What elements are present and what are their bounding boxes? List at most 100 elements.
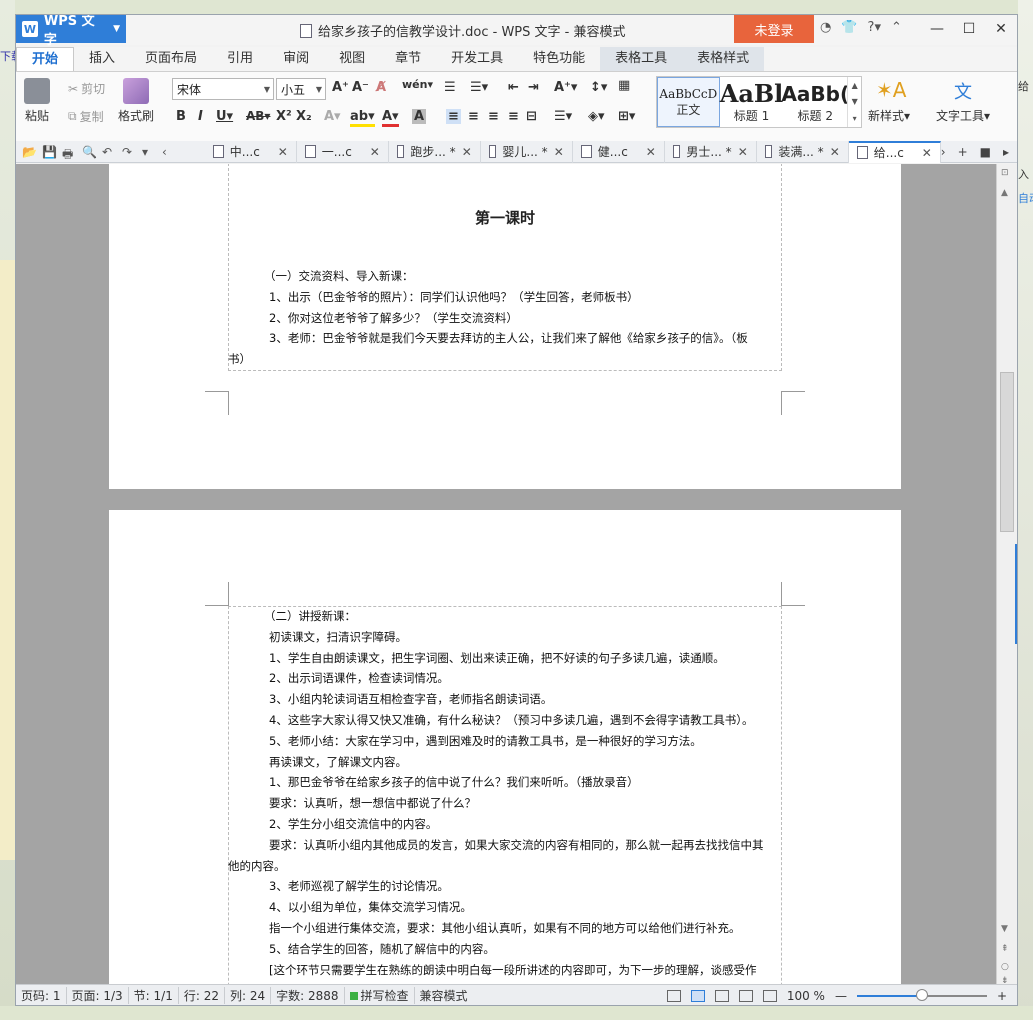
scroll-down-icon[interactable]: ▼ <box>1001 924 1008 934</box>
paste-button[interactable]: 粘贴 <box>24 78 50 124</box>
print-icon[interactable]: 🖶 <box>62 145 76 161</box>
underline-icon[interactable]: U▾ <box>216 109 233 124</box>
distribute-icon[interactable]: ⊟ <box>526 109 537 124</box>
tab-6[interactable]: 章节 <box>380 47 436 71</box>
justify-icon[interactable]: ≡ <box>508 109 519 124</box>
close-tab-icon[interactable]: ✕ <box>646 145 656 159</box>
style-item-0[interactable]: AaBbCcD 正文 <box>657 77 720 127</box>
font-color-icon[interactable]: A▾ <box>382 109 399 127</box>
undo-icon[interactable]: ↶ <box>102 145 116 159</box>
fullscreen-view-icon[interactable] <box>666 989 681 1002</box>
align-center-icon[interactable]: ≡ <box>468 109 479 124</box>
document-page-2[interactable]: （二）讲授新课： 初读课文，扫清识字障碍。 1、学生自由朗读课文，把生字词圈、划出来… <box>109 510 901 984</box>
document-page-1[interactable]: 第一课时 （一）交流资料、导入新课： 1、出示（巴金爷爷的照片）：同学们认识他吗？… <box>109 164 901 489</box>
increase-indent-icon[interactable]: ⇥ <box>528 80 539 95</box>
vertical-scrollbar[interactable]: ⊡ ▲ ▼ ⇞ ○ ⇟ <box>996 164 1017 986</box>
numbering-icon[interactable]: ☰▾ <box>470 80 488 95</box>
text-tools-button[interactable]: 文 文字工具▾ <box>936 78 990 124</box>
chevron-left-icon[interactable]: ‹ <box>162 145 176 159</box>
page-view-icon[interactable]: ⊡ <box>1001 168 1009 178</box>
document-tab[interactable]: 一...c ✕ <box>297 140 389 163</box>
bold-icon[interactable]: B <box>176 109 186 124</box>
close-icon[interactable]: ✕ <box>985 15 1017 43</box>
skin-icon[interactable]: 👕 <box>841 20 857 35</box>
tab-0[interactable]: 开始 <box>16 47 75 71</box>
reading-view-icon[interactable] <box>762 989 777 1002</box>
style-item-1[interactable]: AaBl 标题 1 <box>720 77 784 127</box>
document-tab[interactable]: 跑步... * ✕ <box>389 140 481 163</box>
sort-icon[interactable]: ↕▾ <box>590 80 607 95</box>
chevron-up-icon[interactable]: ▲ <box>852 81 858 90</box>
tab-10[interactable]: 表格样式 <box>682 47 765 71</box>
minimize-icon[interactable]: — <box>921 15 953 43</box>
superscript-icon[interactable]: X² <box>276 109 292 124</box>
decrease-indent-icon[interactable]: ⇤ <box>508 80 519 95</box>
font-size-select[interactable]: 小五 ▼ <box>276 78 326 100</box>
tab-8[interactable]: 特色功能 <box>518 47 600 71</box>
scroll-up-icon[interactable]: ▲ <box>1001 188 1008 198</box>
new-style-button[interactable]: ✶A 新样式▾ <box>868 78 910 124</box>
char-shading-icon[interactable]: A <box>412 109 427 124</box>
close-tab-icon[interactable]: ✕ <box>370 145 380 159</box>
expand-gallery-icon[interactable]: ▾ <box>853 114 857 123</box>
tab-3[interactable]: 引用 <box>212 47 268 71</box>
side-panel-toggle[interactable] <box>1015 544 1017 644</box>
print-preview-icon[interactable]: 🔍 <box>82 145 97 159</box>
tab-7[interactable]: 开发工具 <box>436 47 518 71</box>
close-tab-icon[interactable]: ✕ <box>278 145 288 159</box>
save-icon[interactable]: 💾 <box>42 145 57 159</box>
style-item-2[interactable]: AaBb(标题 2 <box>781 77 849 127</box>
cut-button[interactable]: ✂ 剪切 <box>68 80 105 97</box>
zoom-percent[interactable]: 100 % <box>787 989 825 1003</box>
tab-2[interactable]: 页面布局 <box>130 47 212 71</box>
paragraph-shading-icon[interactable]: ◈▾ <box>588 109 605 124</box>
chevron-right-icon[interactable]: › <box>941 145 946 159</box>
zoom-out-icon[interactable]: — <box>835 989 847 1003</box>
tab-5[interactable]: 视图 <box>324 47 380 71</box>
help-icon[interactable]: ?▾ <box>868 20 881 35</box>
grow-font-icon[interactable]: A⁺ <box>332 80 349 95</box>
close-tab-icon[interactable]: ✕ <box>830 145 840 159</box>
redo-icon[interactable]: ↷ <box>122 145 136 159</box>
document-tab[interactable]: 中...c ✕ <box>205 140 297 163</box>
collapse-ribbon-icon[interactable]: ⌃ <box>891 20 902 35</box>
close-tab-icon[interactable]: ✕ <box>554 145 564 159</box>
document-area[interactable]: 第一课时 （一）交流资料、导入新课： 1、出示（巴金爷爷的照片）：同学们认识他吗？… <box>16 164 996 984</box>
zoom-in-icon[interactable]: + <box>997 989 1007 1003</box>
tab-9[interactable]: 表格工具 <box>600 47 683 71</box>
italic-icon[interactable]: I <box>198 109 203 124</box>
app-menu-button[interactable]: W WPS 文字 ▼ <box>16 15 126 48</box>
document-tab[interactable]: 装满... * ✕ <box>757 140 849 163</box>
bullets-icon[interactable]: ☰ <box>444 80 456 95</box>
tab-list-icon[interactable]: ■ <box>980 145 991 159</box>
align-right-icon[interactable]: ≡ <box>488 109 499 124</box>
web-view-icon[interactable] <box>738 989 753 1002</box>
text-direction-icon[interactable]: A⁺▾ <box>554 80 577 95</box>
tab-1[interactable]: 插入 <box>74 47 130 71</box>
phonetic-guide-icon[interactable]: wén▾ <box>402 78 433 91</box>
gallery-scroll[interactable]: ▲ ▼ ▾ <box>847 77 861 127</box>
close-tab-icon[interactable]: ✕ <box>462 145 472 159</box>
document-tab[interactable]: 给...c ✕ <box>848 140 941 163</box>
spell-check-toggle[interactable]: 拼写检查 <box>345 987 415 1004</box>
open-icon[interactable]: 📂 <box>22 145 37 159</box>
maximize-icon[interactable]: ☐ <box>953 15 985 43</box>
page-view-icon[interactable] <box>690 989 705 1002</box>
sync-icon[interactable]: ◔ <box>820 20 831 35</box>
new-tab-icon[interactable]: + <box>958 145 968 159</box>
font-name-select[interactable]: 宋体 ▼ <box>172 78 274 100</box>
border-icon[interactable]: ⊞▾ <box>618 109 635 124</box>
document-tab[interactable]: 健...c ✕ <box>573 140 665 163</box>
prev-page-icon[interactable]: ⇞ <box>1001 944 1009 954</box>
browse-object-icon[interactable]: ○ <box>1001 962 1009 972</box>
subscript-icon[interactable]: X₂ <box>296 109 312 124</box>
customize-icon[interactable]: ▾ <box>142 145 156 159</box>
clear-format-icon[interactable]: A̸ <box>376 80 386 95</box>
close-tab-icon[interactable]: ✕ <box>922 146 932 160</box>
chevron-down-icon[interactable]: ▼ <box>852 97 858 106</box>
close-tab-icon[interactable]: ✕ <box>738 145 748 159</box>
outline-view-icon[interactable] <box>714 989 729 1002</box>
scroll-thumb[interactable] <box>1000 372 1014 532</box>
align-left-icon[interactable]: ≡ <box>446 109 461 124</box>
status-word-count[interactable]: 字数: 2888 <box>271 987 345 1004</box>
